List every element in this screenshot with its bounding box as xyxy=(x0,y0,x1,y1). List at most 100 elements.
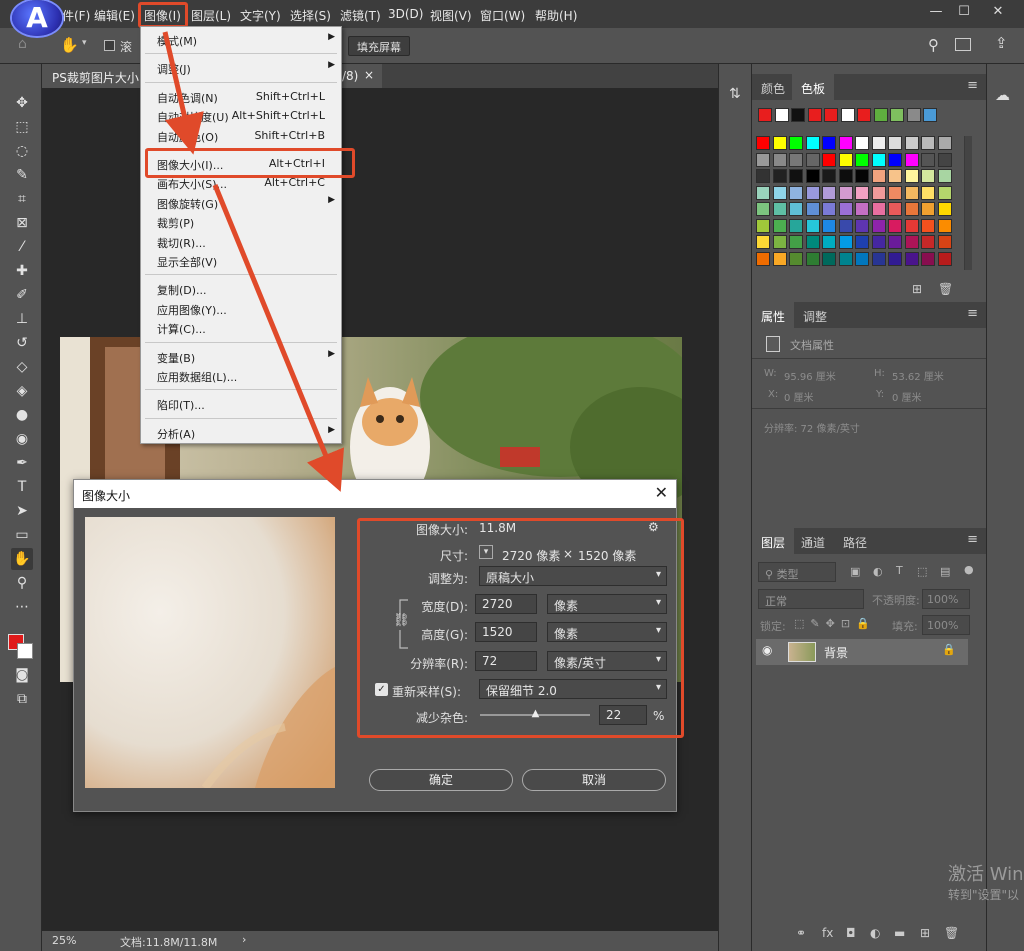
color-swatch[interactable] xyxy=(921,251,935,266)
menu-help[interactable]: 帮助(H) xyxy=(535,7,577,24)
color-swatch[interactable] xyxy=(838,185,853,200)
new-layer-icon[interactable]: ⊞ xyxy=(920,926,930,940)
tab-properties[interactable]: 属性 xyxy=(752,302,795,328)
color-swatch[interactable] xyxy=(937,185,952,200)
color-swatch[interactable] xyxy=(855,235,869,249)
menu-window[interactable]: 窗口(W) xyxy=(480,7,525,24)
swatches-scrollbar[interactable] xyxy=(964,136,972,270)
screen-mode-icon[interactable]: ⧉ xyxy=(11,688,33,710)
more-tools-icon[interactable]: ⋯ xyxy=(11,596,33,618)
delete-layer-icon[interactable]: 🗑 xyxy=(944,926,959,940)
panel-menu-icon[interactable]: ≡ xyxy=(967,306,978,321)
color-swatch[interactable] xyxy=(871,202,886,216)
color-swatch[interactable] xyxy=(904,169,919,183)
type-tool-icon[interactable]: T xyxy=(11,476,33,498)
color-swatch[interactable] xyxy=(921,185,935,200)
recent-swatch[interactable] xyxy=(774,108,789,122)
menu-filter[interactable]: 滤镜(T) xyxy=(340,7,381,24)
new-swatch-icon[interactable]: ⊞ xyxy=(912,282,922,296)
color-swatch[interactable] xyxy=(871,235,886,249)
color-swatch[interactable] xyxy=(921,235,935,249)
color-swatch[interactable] xyxy=(855,251,869,266)
blend-mode-select[interactable]: 正常 xyxy=(758,589,864,609)
healing-tool-icon[interactable]: ✚ xyxy=(11,260,33,282)
color-swatch[interactable] xyxy=(789,202,803,216)
color-swatch[interactable] xyxy=(904,185,919,200)
scroll-all-checkbox[interactable] xyxy=(104,40,115,51)
color-swatch[interactable] xyxy=(888,136,902,150)
color-swatch[interactable] xyxy=(805,251,820,266)
rectangle-tool-icon[interactable]: ▭ xyxy=(11,524,33,546)
stamp-tool-icon[interactable]: ⊥ xyxy=(11,308,33,330)
color-swatch[interactable] xyxy=(838,202,853,216)
color-swatch[interactable] xyxy=(805,202,820,216)
color-swatch[interactable] xyxy=(789,169,803,183)
color-swatch[interactable] xyxy=(822,136,836,150)
color-swatch[interactable] xyxy=(772,251,787,266)
layer-row[interactable]: ◉ 背景 🔒 xyxy=(756,639,968,665)
color-swatch[interactable] xyxy=(805,136,820,150)
link-layers-icon[interactable]: ⚭ xyxy=(796,926,806,940)
visibility-eye-icon[interactable]: ◉ xyxy=(762,643,772,657)
color-swatch[interactable] xyxy=(921,136,935,150)
color-swatch[interactable] xyxy=(822,251,836,266)
pen-tool-icon[interactable]: ✒ xyxy=(11,452,33,474)
delete-swatch-icon[interactable]: 🗑 xyxy=(938,282,953,296)
color-swatch[interactable] xyxy=(937,218,952,233)
menu-item[interactable]: 调整(J) ▶ xyxy=(141,58,341,77)
color-swatch[interactable] xyxy=(772,202,787,216)
tab-color[interactable]: 颜色 xyxy=(752,74,794,100)
color-swatch[interactable] xyxy=(937,136,952,150)
menu-item[interactable]: 模式(M) ▶ xyxy=(141,30,341,49)
panel-menu-icon[interactable]: ≡ xyxy=(967,78,978,93)
recent-swatch[interactable] xyxy=(840,108,855,122)
filter-toggle-icon[interactable]: ● xyxy=(964,563,974,576)
workspace-icon[interactable] xyxy=(955,38,971,51)
recent-swatch[interactable] xyxy=(873,108,888,122)
fill-input[interactable]: 100% xyxy=(922,615,970,635)
group-icon[interactable]: ▬ xyxy=(894,926,905,940)
color-swatch[interactable] xyxy=(789,136,803,150)
status-chevron-icon[interactable]: › xyxy=(242,933,246,946)
filter-pixel-icon[interactable]: ▣ xyxy=(850,565,860,578)
chevron-down-icon[interactable]: ▾ xyxy=(82,38,87,48)
frame-tool-icon[interactable]: ⊠ xyxy=(11,212,33,234)
color-swatch[interactable] xyxy=(888,218,902,233)
menu-view[interactable]: 视图(V) xyxy=(430,7,472,24)
color-swatch[interactable] xyxy=(838,152,853,167)
color-swatch[interactable] xyxy=(756,218,770,233)
color-swatch[interactable] xyxy=(772,169,787,183)
color-swatch[interactable] xyxy=(871,218,886,233)
color-swatch[interactable] xyxy=(756,169,770,183)
color-swatch[interactable] xyxy=(871,169,886,183)
color-swatch[interactable] xyxy=(772,218,787,233)
menu-edit[interactable]: 编辑(E) xyxy=(94,7,135,24)
eraser-tool-icon[interactable]: ◇ xyxy=(11,356,33,378)
color-swatch[interactable] xyxy=(921,202,935,216)
maximize-button[interactable]: ☐ xyxy=(952,4,976,24)
quick-mask-icon[interactable]: ◙ xyxy=(11,664,33,686)
recent-swatch[interactable] xyxy=(857,108,871,122)
color-swatch[interactable] xyxy=(756,202,770,216)
fx-icon[interactable]: fx xyxy=(822,926,833,940)
color-swatch[interactable] xyxy=(888,185,902,200)
color-swatch[interactable] xyxy=(772,185,787,200)
menu-item[interactable]: 自动对比度(U) Alt+Shift+Ctrl+L xyxy=(141,106,341,125)
image-preview[interactable] xyxy=(85,517,335,788)
menu-item[interactable]: 裁剪(P) xyxy=(141,212,341,231)
color-swatch[interactable] xyxy=(855,218,869,233)
menu-file[interactable]: 件(F) xyxy=(62,7,90,24)
dialog-close-icon[interactable]: ✕ xyxy=(655,483,668,502)
marquee-tool-icon[interactable]: ⬚ xyxy=(11,116,33,138)
fill-screen-button[interactable]: 填充屏幕 xyxy=(348,36,410,56)
color-swatch[interactable] xyxy=(805,218,820,233)
color-swatch[interactable] xyxy=(888,169,902,183)
color-swatch[interactable] xyxy=(888,251,902,266)
color-swatch[interactable] xyxy=(855,185,869,200)
color-swatch[interactable] xyxy=(871,136,886,150)
color-swatch[interactable] xyxy=(756,251,770,266)
opacity-input[interactable]: 100% xyxy=(922,589,970,609)
color-swatch[interactable] xyxy=(789,152,803,167)
recent-swatch[interactable] xyxy=(824,108,838,122)
recent-swatch[interactable] xyxy=(890,108,904,122)
